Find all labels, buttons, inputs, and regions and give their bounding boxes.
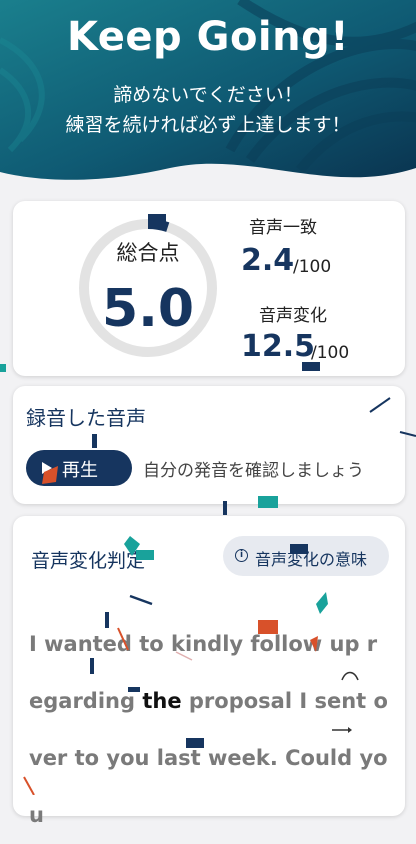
- score-card: 総合点 5.0 音声一致 2.4 /100 音声変化 12.5 /100: [13, 201, 405, 376]
- metric-change-max: /100: [311, 343, 350, 363]
- score-value: 5.0: [101, 279, 195, 339]
- meaning-button[interactable]: i 音声変化の意味: [223, 536, 389, 576]
- recording-title: 録音した音声: [26, 406, 146, 430]
- confetti-piece: [0, 364, 6, 372]
- judgement-title: 音声変化判定: [31, 550, 146, 572]
- sentence-highlight: the: [142, 689, 182, 713]
- hero-subtitle: 諦めないでください！ 練習を続ければ必ず上達します！: [0, 80, 416, 140]
- hero-subtitle-line1: 諦めないでください！: [113, 84, 303, 106]
- metric-match-label: 音声一致: [249, 218, 317, 238]
- metric-change-label: 音声変化: [259, 306, 327, 326]
- hero-title: Keep Going!: [67, 14, 349, 60]
- info-icon: i: [235, 549, 248, 562]
- recording-hint: 自分の発音を確認しましょう: [143, 461, 364, 481]
- recording-card: 録音した音声 再生 自分の発音を確認しましょう: [13, 386, 405, 504]
- hero-subtitle-line2: 練習を続ければ必ず上達します！: [65, 114, 351, 136]
- play-label: 再生: [62, 460, 98, 481]
- judgement-card: 音声変化判定 i 音声変化の意味 I wanted to kindly foll…: [13, 516, 405, 827]
- meaning-label: 音声変化の意味: [255, 550, 368, 569]
- metric-match-value: 2.4: [241, 243, 295, 278]
- practice-sentence: I wanted to kindly follow up regarding t…: [29, 616, 389, 844]
- hero-banner: Keep Going! 諦めないでください！ 練習を続ければ必ず上達します！: [0, 0, 416, 200]
- play-icon: [42, 462, 52, 474]
- play-button[interactable]: 再生: [26, 450, 132, 486]
- metric-match-max: /100: [293, 257, 332, 277]
- metric-change-value: 12.5: [241, 329, 316, 364]
- score-label: 総合点: [116, 241, 180, 265]
